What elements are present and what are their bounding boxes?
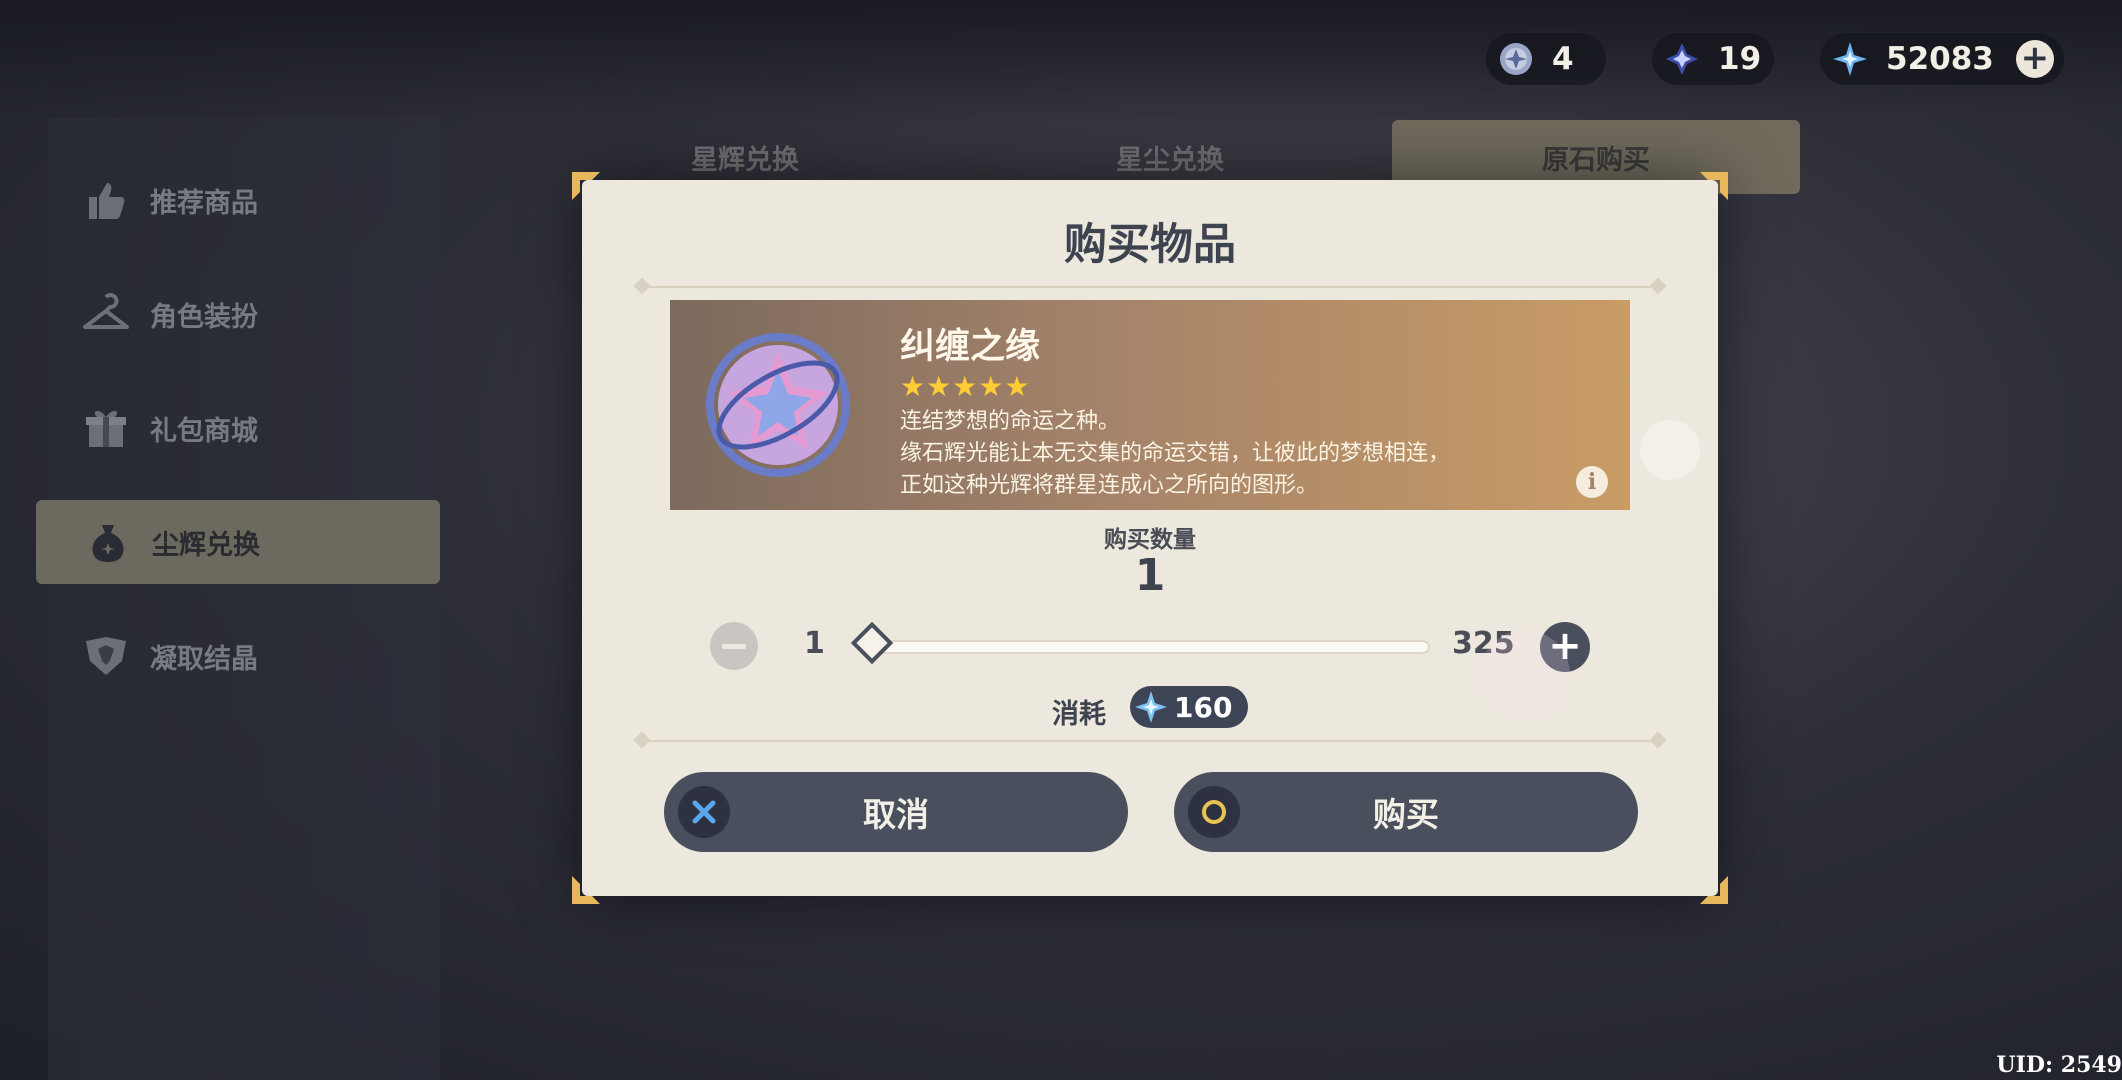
cost-badge: 160 [1130,686,1248,728]
buy-label: 购买 [1373,795,1439,834]
cancel-label: 取消 [863,795,929,834]
description-line: 连结梦想的命运之种。 [900,409,1121,434]
dialog-title: 购买物品 [1064,220,1236,270]
cancel-button[interactable]: 取消 [664,772,1128,852]
sidebar-item-label: 角色装扮 [150,301,258,333]
gift-icon [80,402,132,454]
crystal-icon [80,630,132,682]
sidebar-item-label: 推荐商品 [150,187,258,219]
corner-ornament-icon [1700,172,1728,200]
decrease-quantity-button[interactable] [710,622,758,670]
corner-ornament-icon [572,172,600,200]
sidebar-item-recommended[interactable]: 推荐商品 [34,158,426,242]
thumbs-up-icon [80,174,132,226]
sidebar-item-outfits[interactable]: 角色装扮 [34,272,426,356]
corner-ornament-icon [1700,876,1728,904]
quantity-slider-track[interactable] [872,640,1430,654]
masterless-starglitter-icon [1664,41,1700,77]
info-icon[interactable]: i [1576,466,1608,498]
pouch-icon [82,516,134,568]
corner-ornament-icon [572,876,600,904]
item-description: 连结梦想的命运之种。 缘石辉光能让本无交集的命运交错，让彼此的梦想相连， 正如这… [900,406,1450,502]
masterless-stardust-icon [1135,691,1167,723]
currency-stardust: 52083 + [1820,33,2064,85]
sidebar-item-stardust-exchange[interactable]: 尘辉兑换 [36,500,440,584]
cross-icon [678,786,730,838]
description-line: 缘石辉光能让本无交集的命运交错，让彼此的梦想相连， [900,441,1451,466]
sidebar-item-crystal[interactable]: 凝取结晶 [34,614,426,698]
buy-button[interactable]: 购买 [1174,772,1638,852]
sidebar-item-label: 礼包商城 [150,415,258,447]
divider [642,740,1658,742]
cost-label: 消耗 [1052,699,1106,730]
sidebar-item-gift-packs[interactable]: 礼包商城 [34,386,426,470]
tab-label: 星尘兑换 [1116,144,1224,176]
currency-value: 4 [1552,41,1574,77]
player-uid: UID: 2549 [1996,1052,2122,1078]
quantity-value: 1 [1134,550,1166,601]
top-shade [0,0,2122,120]
cost-value: 160 [1174,690,1233,724]
quantity-label: 购买数量 [1104,527,1196,553]
quantity-slider-handle[interactable] [850,621,894,665]
purchase-dialog: 购买物品 纠缠之缘 ★★★★★ 连结梦想的命运之种。 缘石辉光能让本无交集的命运… [572,172,1728,904]
sidebar-item-label: 凝取结晶 [150,643,258,675]
add-currency-button[interactable]: + [2015,40,2054,78]
currency-value: 52083 [1886,41,1994,77]
rarity-stars: ★★★★★ [900,370,1031,403]
item-card: 纠缠之缘 ★★★★★ 连结梦想的命运之种。 缘石辉光能让本无交集的命运交错，让彼… [670,300,1630,510]
shop-sidebar [48,118,440,1080]
sparkle-decoration [1480,630,1570,720]
sparkle-decoration [1640,420,1700,480]
divider [642,286,1658,288]
intertwined-fate-icon [700,330,856,480]
currency-value: 19 [1718,41,1762,77]
tab-label: 原石购买 [1542,144,1650,176]
slider-min-label: 1 [804,626,825,661]
hanger-icon [80,288,132,340]
item-name: 纠缠之缘 [900,327,1041,367]
circle-icon [1188,786,1240,838]
currency-starglitter: 19 [1652,33,1774,85]
masterless-stardust-icon [1832,41,1868,77]
minus-icon [722,643,746,649]
currency-acquaint-fate: 4 [1486,33,1606,85]
description-line: 正如这种光辉将群星连成心之所向的图形。 [900,473,1319,498]
tab-label: 星辉兑换 [691,144,799,176]
acquaint-fate-icon [1498,41,1534,77]
sidebar-item-label: 尘辉兑换 [152,529,260,561]
